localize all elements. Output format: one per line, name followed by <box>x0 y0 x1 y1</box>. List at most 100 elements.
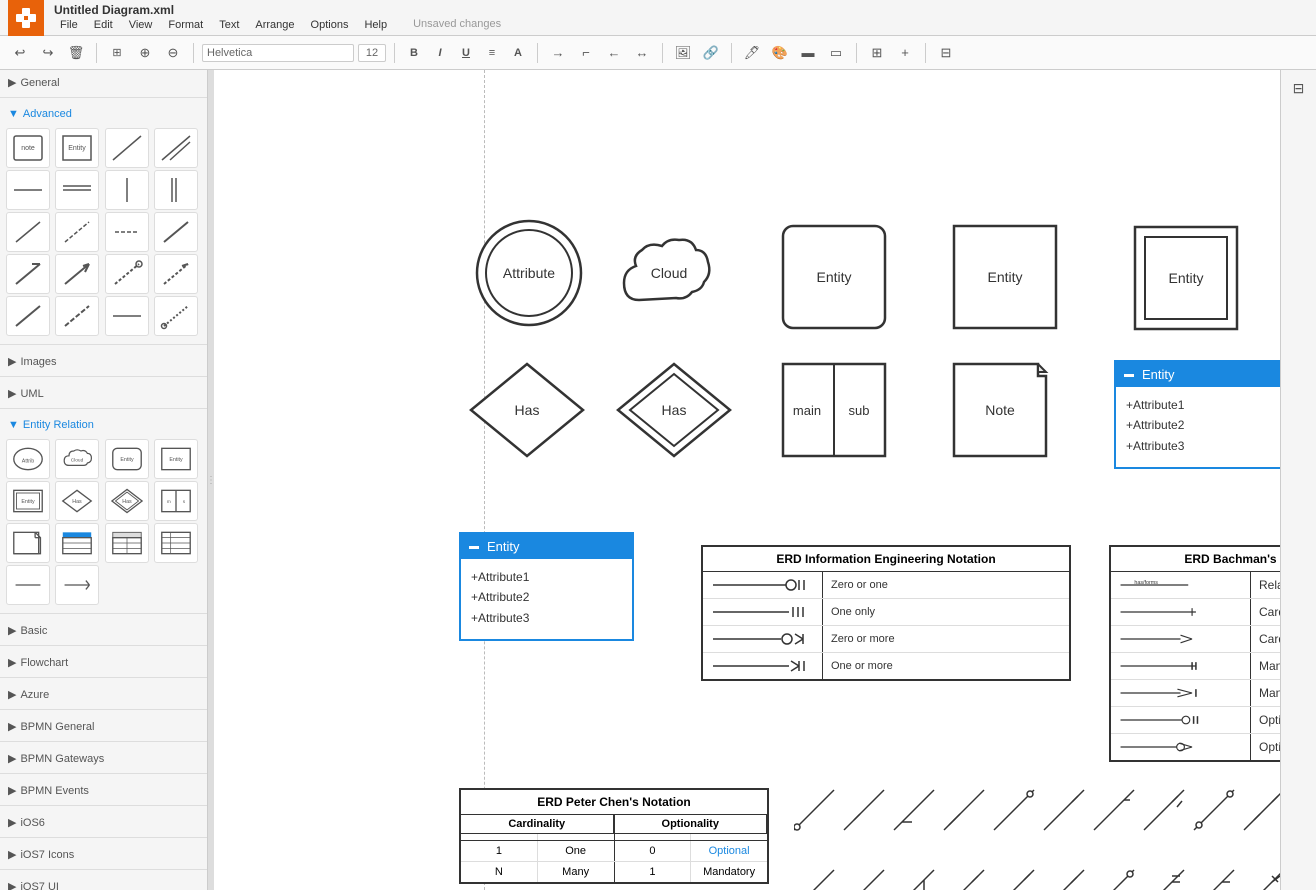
shape-item-entity2[interactable]: Entity <box>55 128 99 168</box>
panel-button[interactable]: ⊟ <box>934 41 958 65</box>
sidebar-item-basic[interactable]: ▶ Basic <box>0 618 207 641</box>
arrow-left-button[interactable]: ← <box>602 41 626 65</box>
shape-item-diag10[interactable] <box>154 212 198 252</box>
connector-button[interactable]: ⌐ <box>574 41 598 65</box>
diamond-double-has-shape[interactable]: Has <box>614 360 734 460</box>
shape-item-diag14[interactable] <box>154 254 198 294</box>
fill-color-button[interactable]: 🖊 <box>740 41 764 65</box>
er-note-shape[interactable] <box>6 523 50 563</box>
split-entity-shape[interactable]: main sub <box>779 360 889 460</box>
menu-view[interactable]: View <box>123 18 159 32</box>
shape-item-diag16[interactable] <box>55 296 99 336</box>
delete-button[interactable]: 🗑 <box>64 41 88 65</box>
arrow-both-button[interactable]: ↔ <box>630 41 654 65</box>
menu-file[interactable]: File <box>54 18 84 32</box>
shape-item-diag15[interactable] <box>6 296 50 336</box>
chevron-right-icon-bpmng: ▶ <box>8 720 16 733</box>
menu-text[interactable]: Text <box>213 18 245 32</box>
menu-format[interactable]: Format <box>162 18 209 32</box>
right-panel-btn1[interactable]: ⊟ <box>1285 74 1313 102</box>
font-color-button[interactable]: A <box>507 42 529 64</box>
shape-item-diag7[interactable] <box>6 212 50 252</box>
er-diamond-shape[interactable]: Has <box>55 481 99 521</box>
entity-table-right[interactable]: ▬ Entity +Attribute1 +Attribute2 +Attrib… <box>1114 360 1280 469</box>
grid-button[interactable]: ⊞ <box>865 41 889 65</box>
sidebar-item-entity-relation[interactable]: ▼ Entity Relation <box>0 413 207 435</box>
sidebar-item-azure[interactable]: ▶ Azure <box>0 682 207 705</box>
sidebar-item-bpmn-gateways[interactable]: ▶ BPMN Gateways <box>0 746 207 769</box>
sidebar-item-bpmn-general[interactable]: ▶ BPMN General <box>0 714 207 737</box>
link-button[interactable]: 🔗 <box>699 41 723 65</box>
shape-item-diag8[interactable] <box>55 212 99 252</box>
shape-item-diag11[interactable] <box>6 254 50 294</box>
er-diamond-double-shape[interactable]: Has <box>105 481 149 521</box>
redo-button[interactable]: ↪ <box>36 41 60 65</box>
shape-item-diag6[interactable] <box>154 170 198 210</box>
er-entity-double-shape[interactable]: Entity <box>6 481 50 521</box>
pchen-r1c4: Optional <box>691 841 767 861</box>
fill-rect-button[interactable]: ▬ <box>796 41 820 65</box>
chevron-right-icon-ios7u: ▶ <box>8 880 16 890</box>
fit-page-button[interactable]: ⊞ <box>105 41 129 65</box>
cloud-shape[interactable]: Cloud <box>614 218 724 328</box>
canvas-area[interactable]: Attribute Cloud Entity <box>214 70 1280 890</box>
er-grid-shape[interactable] <box>154 523 198 563</box>
note-shape[interactable]: Note <box>950 360 1060 460</box>
align-button[interactable]: ≡ <box>481 42 503 64</box>
attribute-shape[interactable]: Attribute <box>474 218 584 328</box>
er-entity-shape[interactable]: Entity <box>154 439 198 479</box>
er-split-entity-shape[interactable]: ms <box>154 481 198 521</box>
entity-rounded-shape[interactable]: Entity <box>779 222 889 332</box>
sidebar-item-bpmn-events[interactable]: ▶ BPMN Events <box>0 778 207 801</box>
menu-arrange[interactable]: Arrange <box>249 18 300 32</box>
sidebar-item-advanced[interactable]: ▼ Advanced <box>0 102 207 124</box>
add-button[interactable]: + <box>893 41 917 65</box>
entity-plain-shape[interactable]: Entity <box>950 222 1060 332</box>
shape-item-diag9[interactable] <box>105 212 149 252</box>
shape-item-diag4[interactable] <box>55 170 99 210</box>
sidebar-item-images[interactable]: ▶ Images <box>0 349 207 372</box>
arrow-right-button[interactable]: → <box>546 41 570 65</box>
er-table-shape[interactable] <box>55 523 99 563</box>
er-line2-shape[interactable] <box>55 565 99 605</box>
shape-item-diag2[interactable] <box>154 128 198 168</box>
image-button[interactable]: 🖼 <box>671 41 695 65</box>
sidebar-item-ios6[interactable]: ▶ iOS6 <box>0 810 207 833</box>
shape-item-diag3[interactable] <box>6 170 50 210</box>
sidebar-item-ios7ui[interactable]: ▶ iOS7 UI <box>0 874 207 890</box>
menu-edit[interactable]: Edit <box>88 18 119 32</box>
sidebar-item-general[interactable]: ▶ General <box>0 70 207 93</box>
menu-options[interactable]: Options <box>305 18 355 32</box>
shape-item-diag13[interactable] <box>105 254 149 294</box>
er-line1-shape[interactable] <box>6 565 50 605</box>
line-color-button[interactable]: 🎨 <box>768 41 792 65</box>
underline-button[interactable]: U <box>455 42 477 64</box>
undo-button[interactable]: ↩ <box>8 41 32 65</box>
stroke-rect-button[interactable]: ▭ <box>824 41 848 65</box>
entity-double-shape[interactable]: Entity <box>1131 223 1241 333</box>
font-selector[interactable] <box>202 44 354 62</box>
zoom-in-button[interactable]: ⊕ <box>133 41 157 65</box>
sidebar-item-flowchart[interactable]: ▶ Flowchart <box>0 650 207 673</box>
shape-item-note[interactable]: note <box>6 128 50 168</box>
sidebar-item-uml[interactable]: ▶ UML <box>0 381 207 404</box>
shape-item-diag18[interactable] <box>154 296 198 336</box>
er-attribute-shape[interactable]: Attrib <box>6 439 50 479</box>
shape-item-diag12[interactable] <box>55 254 99 294</box>
er-table2-shape[interactable] <box>105 523 149 563</box>
menu-help[interactable]: Help <box>358 18 393 32</box>
chevron-right-icon-uml: ▶ <box>8 387 16 400</box>
svg-text:has/forms: has/forms <box>1134 580 1158 586</box>
er-entity-rounded-shape[interactable]: Entity <box>105 439 149 479</box>
shape-item-diag5[interactable] <box>105 170 149 210</box>
bold-button[interactable]: B <box>403 42 425 64</box>
sidebar-item-ios7icons[interactable]: ▶ iOS7 Icons <box>0 842 207 865</box>
zoom-out-button[interactable]: ⊖ <box>161 41 185 65</box>
italic-button[interactable]: I <box>429 42 451 64</box>
er-cloud-shape[interactable]: Cloud <box>55 439 99 479</box>
shape-item-diag17[interactable] <box>105 296 149 336</box>
entity-table-left[interactable]: ▬ Entity +Attribute1 +Attribute2 +Attrib… <box>459 532 634 641</box>
shape-item-diag1[interactable] <box>105 128 149 168</box>
font-size-input[interactable] <box>358 44 386 62</box>
diamond-has-shape[interactable]: Has <box>467 360 587 460</box>
